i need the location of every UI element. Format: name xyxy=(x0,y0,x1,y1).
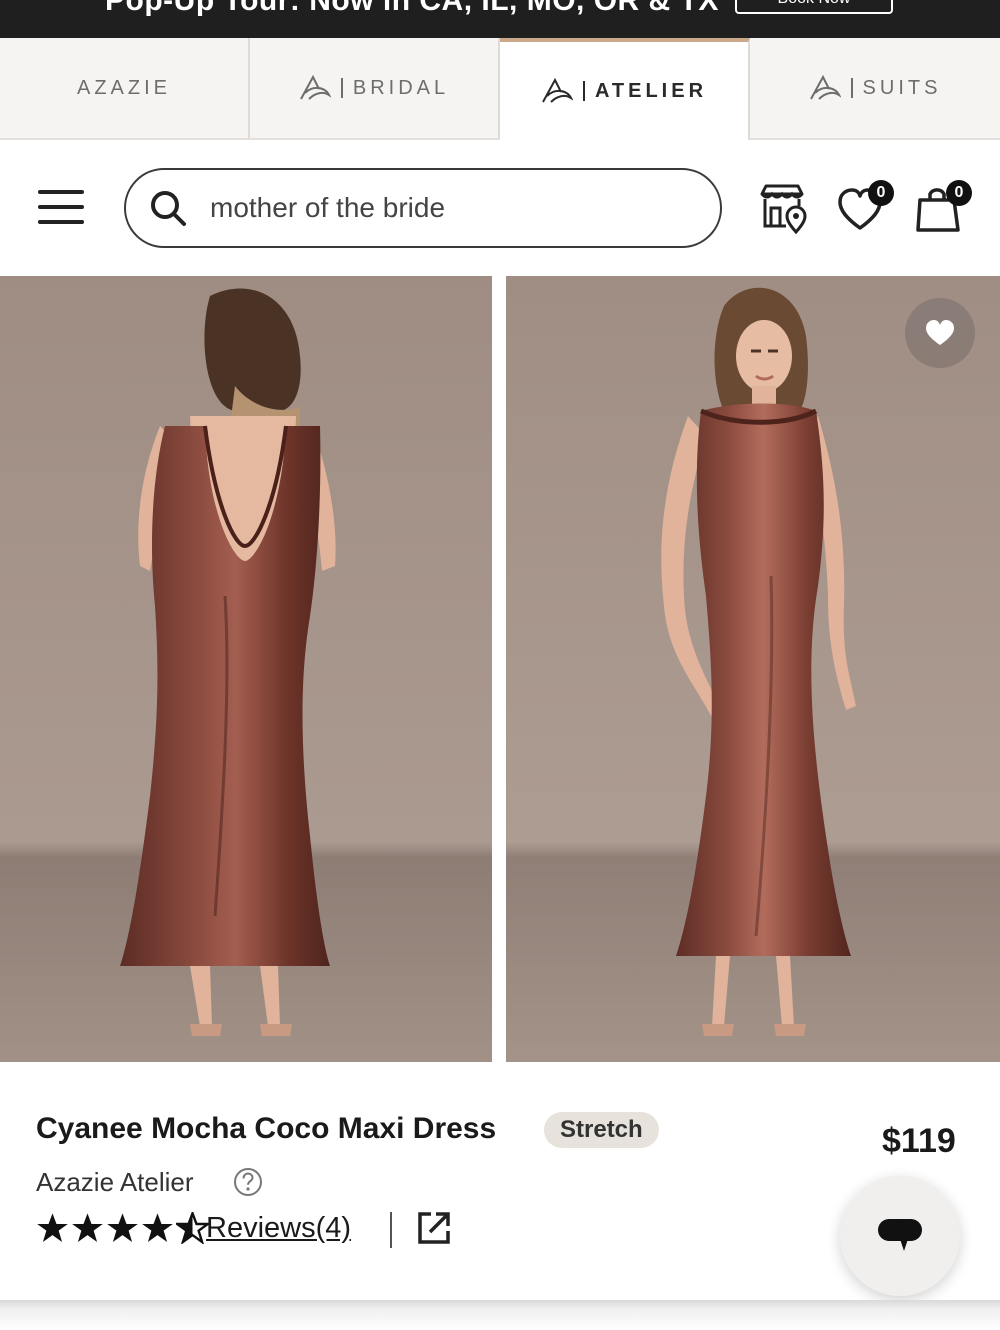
divider xyxy=(390,1212,392,1248)
promo-book-button[interactable]: Book Now xyxy=(735,0,893,14)
azazie-logo-icon xyxy=(541,78,573,104)
product-brand: Azazie Atelier xyxy=(36,1167,194,1197)
star-half-icon xyxy=(176,1212,209,1244)
star-full-icon xyxy=(37,1213,68,1242)
bottom-scroll-edge xyxy=(0,1300,1000,1330)
tab-separator xyxy=(582,81,585,101)
favorite-button[interactable] xyxy=(905,298,975,368)
product-image-front[interactable] xyxy=(506,276,1000,1062)
tab-label: BRIDAL xyxy=(352,76,450,99)
store-locator-icon[interactable] xyxy=(756,180,812,236)
star-full-icon xyxy=(72,1213,103,1242)
azazie-logo-icon xyxy=(299,75,331,101)
chat-button[interactable] xyxy=(840,1176,960,1296)
stretch-tag: Stretch xyxy=(544,1112,659,1148)
menu-icon[interactable] xyxy=(38,188,86,226)
promo-banner: Pop-Up Tour: Now in CA, IL, MO, OR & TX … xyxy=(0,0,1000,38)
tab-label: AZAZIE xyxy=(76,76,171,99)
tab-bridal[interactable]: BRIDAL xyxy=(250,38,500,138)
search-bar[interactable] xyxy=(124,168,722,248)
heart-icon xyxy=(926,320,954,345)
search-header: 0 0 xyxy=(0,140,1000,276)
product-price: $119 xyxy=(882,1122,956,1160)
share-external-icon[interactable] xyxy=(416,1210,452,1246)
search-input[interactable] xyxy=(210,192,690,224)
rating-stars xyxy=(36,1212,209,1244)
promo-text: Pop-Up Tour: Now in CA, IL, MO, OR & TX xyxy=(105,0,719,17)
tab-label: SUITS xyxy=(862,76,942,99)
azazie-logo-icon xyxy=(809,75,841,101)
tab-atelier[interactable]: ATELIER xyxy=(500,38,750,140)
search-icon xyxy=(151,191,186,226)
tab-azazie[interactable]: AZAZIE xyxy=(0,38,250,138)
help-icon[interactable] xyxy=(232,1166,264,1198)
brand-tabs: AZAZIE BRIDAL ATELIER SUITS xyxy=(0,38,1000,140)
product-title[interactable]: Cyanee Mocha Coco Maxi Dress xyxy=(36,1112,496,1146)
tab-separator xyxy=(850,78,853,98)
wishlist-count-badge: 0 xyxy=(868,180,894,206)
star-full-icon xyxy=(142,1213,173,1242)
chat-icon xyxy=(878,1219,922,1251)
product-image-back[interactable] xyxy=(0,276,492,1062)
reviews-link[interactable]: Reviews(4) xyxy=(206,1212,351,1245)
tab-separator xyxy=(340,78,343,98)
tab-label: ATELIER xyxy=(594,79,708,102)
cart-count-badge: 0 xyxy=(946,180,972,206)
tab-suits[interactable]: SUITS xyxy=(750,38,1000,138)
star-full-icon xyxy=(107,1213,138,1242)
